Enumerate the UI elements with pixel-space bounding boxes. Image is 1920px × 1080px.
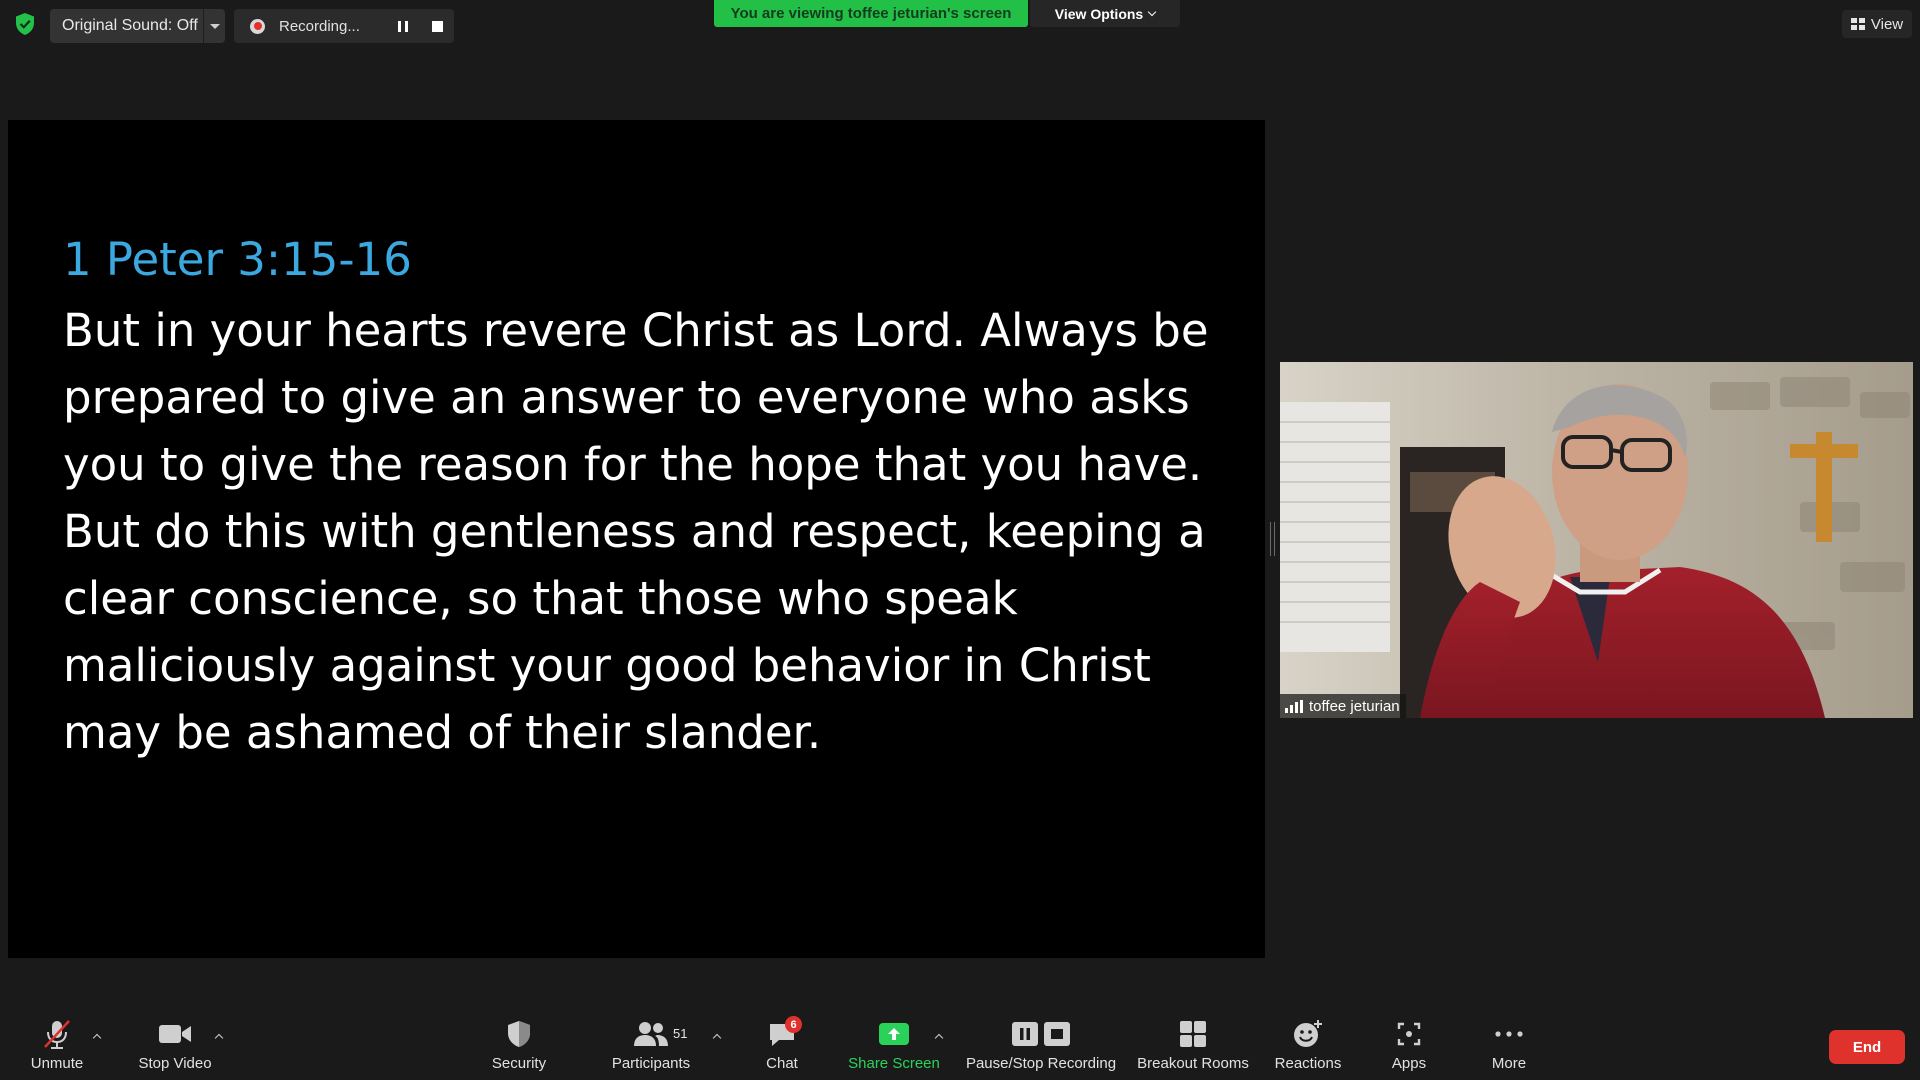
- stop-recording-button[interactable]: [420, 9, 454, 43]
- stop-video-button[interactable]: Stop Video: [130, 1016, 220, 1076]
- smiley-plus-icon: [1293, 1016, 1323, 1052]
- pause-icon: [398, 20, 408, 32]
- participant-name: toffee jeturian: [1309, 697, 1400, 715]
- share-screen-options-caret[interactable]: [933, 1030, 945, 1043]
- security-button[interactable]: Security: [484, 1016, 554, 1076]
- security-shield-icon[interactable]: [14, 12, 36, 36]
- apps-icon: [1396, 1016, 1422, 1052]
- grid-view-icon: [1850, 18, 1865, 30]
- breakout-rooms-label: Breakout Rooms: [1137, 1055, 1249, 1072]
- verse-line: may be ashamed of their slander.: [63, 706, 822, 759]
- stop-icon: [431, 20, 443, 32]
- end-meeting-button[interactable]: End: [1829, 1030, 1905, 1064]
- video-options-caret[interactable]: [213, 1030, 225, 1043]
- chevron-down-icon: [1147, 7, 1157, 16]
- breakout-rooms-button[interactable]: Breakout Rooms: [1134, 1016, 1252, 1076]
- chat-unread-badge: 6: [785, 1016, 802, 1033]
- participants-count: 51: [673, 1026, 688, 1041]
- more-label: More: [1491, 1055, 1527, 1072]
- pause-stop-recording-label: Pause/Stop Recording: [965, 1055, 1117, 1072]
- original-sound-button[interactable]: Original Sound: Off: [50, 9, 225, 43]
- signal-strength-icon: [1285, 699, 1303, 713]
- apps-button[interactable]: Apps: [1389, 1016, 1429, 1076]
- verse-reference: 1 Peter 3:15-16: [63, 233, 412, 286]
- share-screen-icon: [878, 1016, 910, 1052]
- chevron-down-icon[interactable]: [203, 9, 225, 43]
- view-button[interactable]: View: [1842, 10, 1912, 38]
- view-label: View: [1870, 15, 1904, 33]
- chat-button[interactable]: 6 Chat: [752, 1016, 812, 1076]
- verse-text: But in your hearts revere Christ as Lord…: [63, 297, 1248, 766]
- verse-line: you to give the reason for the hope that…: [63, 438, 1203, 491]
- stop-video-label: Stop Video: [138, 1055, 212, 1072]
- pause-stop-recording-icon: [1011, 1016, 1071, 1052]
- verse-line: But in your hearts revere Christ as Lord…: [63, 304, 1209, 357]
- pause-stop-recording-button[interactable]: Pause/Stop Recording: [962, 1016, 1120, 1076]
- video-camera-icon: [158, 1016, 192, 1052]
- resize-handle[interactable]: [1270, 522, 1275, 556]
- participants-options-caret[interactable]: [711, 1030, 723, 1043]
- participants-icon: [633, 1016, 669, 1052]
- apps-label: Apps: [1391, 1055, 1427, 1072]
- muted-microphone-icon: [42, 1016, 72, 1052]
- recording-indicator: Recording...: [234, 9, 454, 43]
- record-icon: [250, 18, 265, 34]
- verse-line: clear conscience, so that those who spea…: [63, 572, 1018, 625]
- reactions-button[interactable]: Reactions: [1268, 1016, 1348, 1076]
- participant-video-tile[interactable]: toffee jeturian: [1280, 362, 1913, 718]
- chat-bubble-icon: 6: [767, 1016, 802, 1052]
- share-screen-label: Share Screen: [848, 1055, 940, 1072]
- more-dots-icon: [1494, 1016, 1524, 1052]
- verse-line: prepared to give an answer to everyone w…: [63, 371, 1190, 424]
- participants-label: Participants: [611, 1055, 691, 1072]
- verse-line: maliciously against your good behavior i…: [63, 639, 1151, 692]
- chat-label: Chat: [766, 1055, 798, 1072]
- participant-video-frame: [1280, 362, 1913, 718]
- more-button[interactable]: More: [1484, 1016, 1534, 1076]
- verse-line: But do this with gentleness and respect,…: [63, 505, 1206, 558]
- share-screen-button[interactable]: Share Screen: [846, 1016, 942, 1076]
- audio-options-caret[interactable]: [91, 1030, 103, 1043]
- pause-recording-button[interactable]: [386, 9, 420, 43]
- view-options-label: View Options: [1054, 5, 1144, 22]
- breakout-rooms-icon: [1179, 1016, 1207, 1052]
- unmute-button[interactable]: Unmute: [24, 1016, 90, 1076]
- security-label: Security: [491, 1055, 547, 1072]
- recording-label: Recording...: [279, 17, 360, 35]
- viewing-screen-banner: You are viewing toffee jeturian's screen: [714, 0, 1028, 27]
- reactions-label: Reactions: [1274, 1055, 1342, 1072]
- participants-button[interactable]: Participants: [605, 1016, 697, 1076]
- shared-screen: 1 Peter 3:15-16 But in your hearts rever…: [8, 120, 1265, 958]
- shield-icon: [506, 1016, 532, 1052]
- participant-name-tag: toffee jeturian: [1280, 694, 1406, 718]
- view-options-button[interactable]: View Options: [1030, 0, 1180, 27]
- original-sound-label: Original Sound: Off: [62, 17, 198, 34]
- unmute-label: Unmute: [30, 1055, 84, 1072]
